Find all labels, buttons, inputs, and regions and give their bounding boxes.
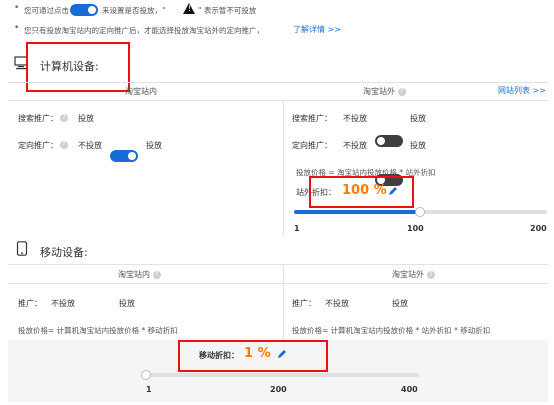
mobile-promo-off: 不投放 bbox=[51, 299, 75, 308]
mobile-inside-formula: 投放价格= 计算机淘宝站内投放价格 * 移动折扣 bbox=[18, 326, 178, 335]
mobile-slider-mid: 200 bbox=[270, 385, 287, 394]
divider bbox=[283, 100, 284, 236]
question-circle-icon: ? bbox=[397, 87, 406, 96]
mobile-out-promo-off: 不投放 bbox=[325, 299, 349, 308]
pc-inside-targeted-toggle[interactable] bbox=[110, 150, 138, 162]
pc-search-label: 搜索推广： bbox=[18, 114, 58, 123]
highlight-box-mobile-discount bbox=[178, 340, 328, 372]
mobile-discount-slider-track[interactable] bbox=[146, 373, 419, 377]
pc-out-targeted-off: 不投放 bbox=[343, 141, 367, 150]
pc-slider-mid: 100 bbox=[407, 224, 424, 233]
mobile-left-header: 淘宝站内 ? bbox=[118, 269, 161, 280]
pc-out-targeted-on: 投放 bbox=[410, 141, 426, 150]
pc-targeted-off: 不投放 bbox=[78, 141, 102, 150]
hint-bullet: • bbox=[14, 23, 20, 33]
divider bbox=[8, 283, 548, 284]
pc-out-search-label: 搜索推广： bbox=[292, 114, 332, 123]
pc-targeted-label: 定向推广： bbox=[18, 141, 58, 150]
pc-out-targeted-label: 定向推广： bbox=[292, 141, 332, 150]
question-circle-icon: ? bbox=[426, 270, 435, 279]
pc-search-value: 投放 bbox=[78, 114, 94, 123]
mobile-slider-min: 1 bbox=[146, 385, 152, 394]
pc-slider-max: 200 bbox=[530, 224, 547, 233]
hint-line1-suffix: " 表示暂不可投放 bbox=[198, 6, 257, 15]
mobile-promo-on: 投放 bbox=[119, 299, 135, 308]
question-circle-icon: ? bbox=[152, 270, 161, 279]
mobile-outside-formula: 投放价格= 计算机淘宝站内投放价格 * 站外折扣 * 移动折扣 bbox=[292, 326, 491, 335]
highlight-box-pc-discount bbox=[309, 176, 414, 208]
pc-targeted-on: 投放 bbox=[146, 141, 162, 150]
site-list-link[interactable]: 网站列表 >> bbox=[498, 85, 546, 96]
pc-outside-search-toggle[interactable] bbox=[375, 135, 403, 147]
divider bbox=[8, 100, 548, 101]
mobile-right-header: 淘宝站外 ? bbox=[392, 269, 435, 280]
highlight-box-pc-title bbox=[26, 42, 130, 92]
hint-line2-text: 您只有投放淘宝站内的定向推广后，才能选择投放淘宝站外的定向推广， bbox=[24, 26, 264, 35]
divider bbox=[8, 82, 548, 83]
divider bbox=[283, 264, 284, 340]
warning-icon bbox=[183, 3, 195, 14]
hint-bullet: • bbox=[14, 3, 20, 13]
mobile-out-promo-on: 投放 bbox=[392, 299, 408, 308]
mobile-out-promo-label: 推广： bbox=[292, 299, 316, 308]
pc-slider-min: 1 bbox=[294, 224, 300, 233]
mobile-discount-slider-handle[interactable] bbox=[141, 370, 151, 380]
question-circle-icon: ? bbox=[60, 140, 68, 149]
divider bbox=[8, 264, 548, 265]
hint-line1-prefix: 您可通过点击 bbox=[24, 6, 69, 15]
phone-icon bbox=[16, 241, 28, 258]
hint-line1-middle: 来设置是否投放，" bbox=[102, 6, 166, 15]
mobile-section-title: 移动设备: bbox=[40, 246, 88, 259]
mobile-promo-label: 推广： bbox=[18, 299, 42, 308]
pc-discount-slider-handle[interactable] bbox=[414, 207, 425, 217]
pc-left-header: 淘宝站内 bbox=[125, 87, 157, 96]
learn-more-link[interactable]: 了解详情 >> bbox=[293, 24, 341, 35]
pc-out-search-off: 不投放 bbox=[343, 114, 367, 123]
sample-toggle bbox=[70, 4, 98, 16]
pc-discount-slider-fill bbox=[294, 210, 420, 214]
question-circle-icon: ? bbox=[60, 113, 68, 122]
mobile-slider-max: 400 bbox=[401, 385, 418, 394]
pc-out-search-on: 投放 bbox=[410, 114, 426, 123]
pc-right-header: 淘宝站外 ? bbox=[363, 86, 406, 97]
